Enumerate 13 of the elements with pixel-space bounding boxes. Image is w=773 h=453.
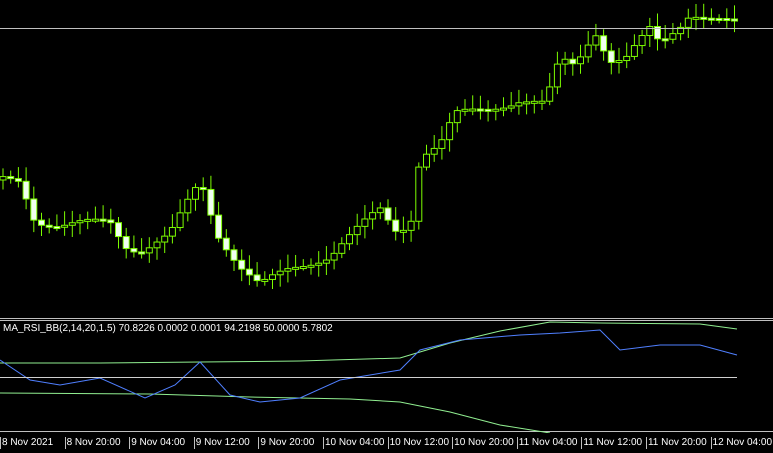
time-axis-label: 9 Nov 04:00 [129,436,194,448]
time-axis-label: 8 Nov 2021 [0,436,65,448]
time-axis-label: 9 Nov 20:00 [258,436,323,448]
time-axis-label: 10 Nov 12:00 [388,436,452,448]
time-axis-label: 11 Nov 04:00 [516,436,582,448]
time-axis-label: 8 Nov 20:00 [64,436,130,448]
indicator-label: MA_RSI_BB(2,14,20,1.5) 70.8226 0.0002 0.0001 94.2198 50.0000 5.7802 [3,324,333,334]
time-axis-label: 11 Nov 12:00 [581,436,646,448]
time-axis-label: 10 Nov 04:00 [322,436,388,448]
time-axis-label: 12 Nov 04:00 [710,436,773,448]
time-axis-label: 11 Nov 20:00 [646,436,711,448]
time-axis-label: 9 Nov 12:00 [194,436,258,448]
time-axis-label: 10 Nov 20:00 [452,436,517,448]
